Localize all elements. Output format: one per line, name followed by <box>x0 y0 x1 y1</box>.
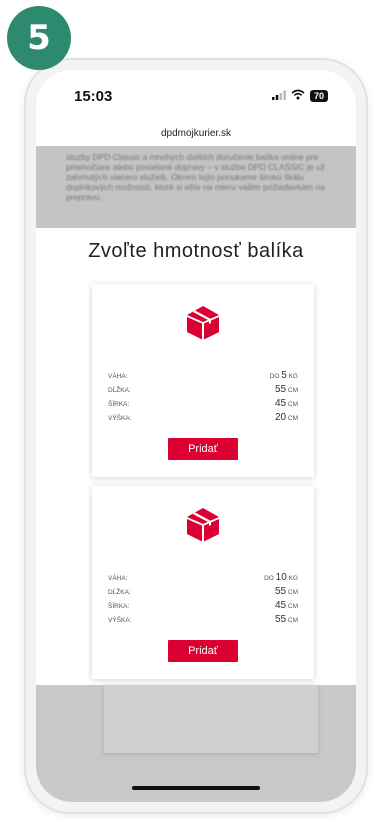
spec-row: VÁHA: DO 10 KG <box>108 572 298 586</box>
spec-row: VÝŠKA: 20 CM <box>108 412 298 426</box>
status-time: 15:03 <box>74 87 113 105</box>
length-value: 55 CM <box>274 384 298 395</box>
modal-title: Zvoľte hmotnosť balíka <box>88 240 304 262</box>
height-value: 20 CM <box>274 412 298 423</box>
spec-row: DĹŽKA: 55 CM <box>108 384 298 398</box>
weight-modal: Zvoľte hmotnosť balíka VÁHA: DO 5 KG DĹŽ… <box>36 228 356 700</box>
height-label: VÝŠKA: <box>108 617 132 624</box>
home-indicator[interactable] <box>132 786 260 790</box>
length-label: DĹŽKA: <box>108 589 131 596</box>
spec-row: VÝŠKA: 55 CM <box>108 614 298 628</box>
weight-value: DO 10 KG <box>264 572 298 583</box>
width-label: ŠÍRKA: <box>108 401 130 408</box>
status-icons: 70 <box>271 89 328 103</box>
width-label: ŠÍRKA: <box>108 603 130 610</box>
phone-frame: 15:03 70 dpdmojkurier.sk sluzby DPD Clas… <box>26 60 366 812</box>
weight-label: VÁHA: <box>108 575 128 582</box>
package-card: VÁHA: DO 10 KG DĹŽKA: 55 CM ŠÍRKA: 45 CM… <box>92 486 314 679</box>
length-label: DĹŽKA: <box>108 387 131 394</box>
background-card <box>104 685 318 753</box>
weight-value: DO 5 KG <box>269 370 298 381</box>
background-text: sluzby DPD Classic a mnohých ďalších dor… <box>66 152 325 202</box>
dpd-cube-icon <box>184 506 222 544</box>
length-value: 55 CM <box>274 586 298 597</box>
background-page: sluzby DPD Classic a mnohých ďalších dor… <box>36 146 356 228</box>
phone-screen: 15:03 70 dpdmojkurier.sk sluzby DPD Clas… <box>36 70 356 802</box>
add-button[interactable]: Pridať <box>168 438 238 460</box>
signal-icon <box>271 90 286 103</box>
width-value: 45 CM <box>274 398 298 409</box>
height-label: VÝŠKA: <box>108 415 132 422</box>
spec-row: VÁHA: DO 5 KG <box>108 370 298 384</box>
weight-label: VÁHA: <box>108 373 128 380</box>
spec-row: DĹŽKA: 55 CM <box>108 586 298 600</box>
package-card: VÁHA: DO 5 KG DĹŽKA: 55 CM ŠÍRKA: 45 CM … <box>92 284 314 477</box>
status-bar: 15:03 70 <box>36 70 356 122</box>
url-bar[interactable]: dpdmojkurier.sk <box>36 128 356 139</box>
height-value: 55 CM <box>274 614 298 625</box>
add-button[interactable]: Pridať <box>168 640 238 662</box>
spec-row: ŠÍRKA: 45 CM <box>108 398 298 412</box>
battery-icon: 70 <box>309 90 328 102</box>
dpd-cube-icon <box>184 304 222 342</box>
dim-overlay[interactable] <box>36 685 356 802</box>
width-value: 45 CM <box>274 600 298 611</box>
spec-row: ŠÍRKA: 45 CM <box>108 600 298 614</box>
wifi-icon <box>291 89 305 103</box>
step-badge: 5 <box>7 6 71 70</box>
